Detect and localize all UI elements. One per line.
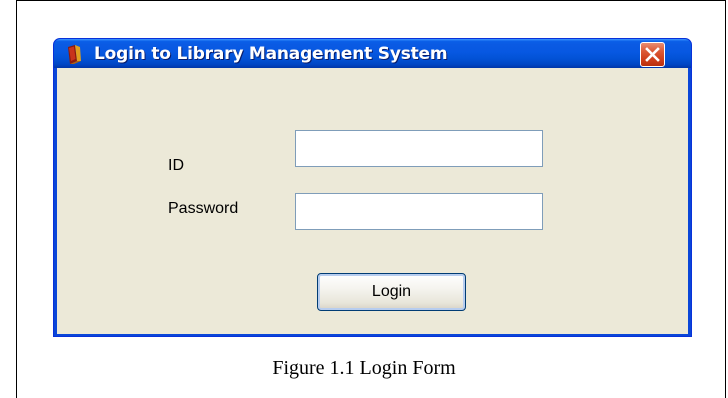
login-form: ID Password Login — [57, 68, 688, 334]
login-button[interactable]: Login — [317, 273, 466, 311]
title-bar[interactable]: Login to Library Management System — [54, 39, 691, 68]
window-title: Login to Library Management System — [94, 44, 448, 64]
login-window: Login to Library Management System ID Pa… — [53, 38, 692, 337]
password-field[interactable] — [295, 193, 543, 230]
close-icon — [645, 47, 660, 62]
id-field[interactable] — [295, 130, 543, 167]
figure-caption: Figure 1.1 Login Form — [272, 357, 456, 379]
close-button[interactable] — [640, 42, 665, 67]
id-label: ID — [168, 157, 184, 174]
password-label: Password — [168, 200, 239, 217]
book-icon — [66, 45, 83, 64]
